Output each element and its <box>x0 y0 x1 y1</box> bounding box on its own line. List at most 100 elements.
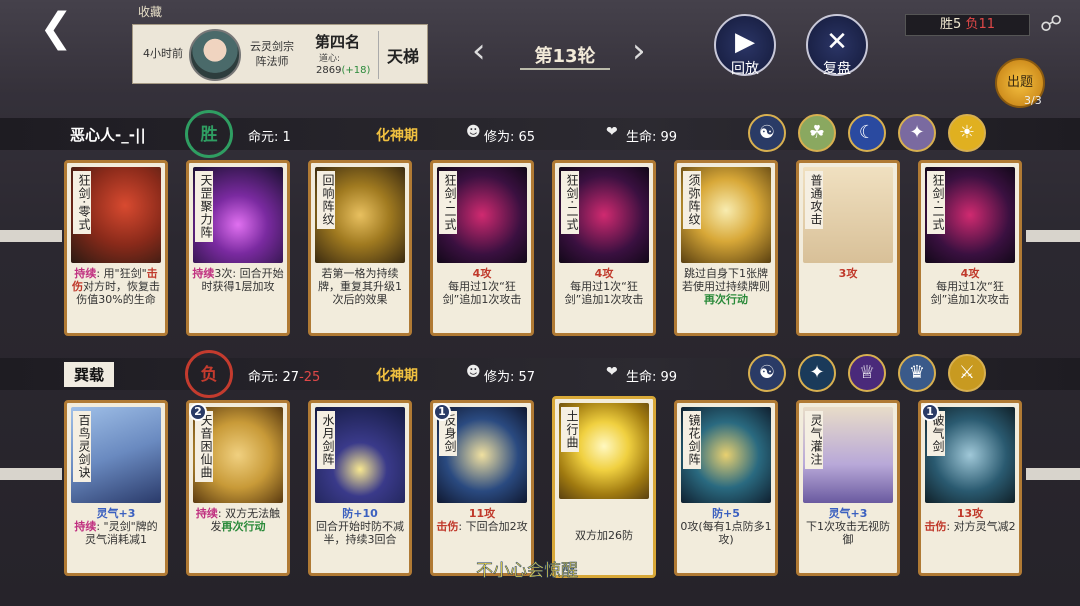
next-round-icon[interactable]: › <box>632 34 646 68</box>
card-title: 狂剑·二式 <box>927 171 945 234</box>
crossed-swords-icon: ✕ <box>826 27 848 57</box>
buff-icon[interactable]: ☯ <box>748 354 786 392</box>
buff-icon[interactable]: ☾ <box>848 114 886 152</box>
divider <box>0 468 62 480</box>
card-desc: 4攻 每用过1次“狂剑”追加1次攻击 <box>442 267 522 306</box>
dao-label: 道心: <box>319 54 341 64</box>
card-level-badge: 2 <box>189 403 207 421</box>
heart-icon: ❤ <box>606 124 618 140</box>
buff-icon[interactable]: ♛ <box>898 354 936 392</box>
avatar <box>189 29 241 81</box>
card-title: 普通攻击 <box>805 171 823 229</box>
bottom-cultivation: 修为: 57 <box>484 370 536 385</box>
player-profile-card: 4小时前 云灵剑宗 阵法师 第四名 道心: 2869(+18) 天梯 <box>132 24 428 84</box>
card-desc: 灵气+3 持续: "灵剑"牌的灵气消耗减1 <box>74 507 158 546</box>
card-title: 回响阵纹 <box>317 171 335 229</box>
buff-icon[interactable]: ✦ <box>798 354 836 392</box>
card-desc: 双方加26防 <box>575 529 633 542</box>
card[interactable]: 灵气灌注 灵气+3 下1次攻击无视防御 <box>796 400 900 576</box>
class-name: 阵法师 <box>255 55 289 68</box>
bottom-life: 命元: 27-25 <box>248 370 321 385</box>
top-player-name: 恶心人-_-|| <box>70 126 146 144</box>
review-label: 复盘 <box>823 61 851 77</box>
divider <box>1026 230 1080 242</box>
card[interactable]: 破气剑 1 13攻 击伤: 对方灵气减2 <box>918 400 1022 576</box>
card-desc: 3攻 <box>838 267 858 280</box>
card-desc: 11攻 击伤: 下回合加2攻 <box>436 507 528 533</box>
card-desc: 持续3次: 回合开始时获得1层加攻 <box>192 267 284 293</box>
card[interactable]: 天音困仙曲 2 持续: 双方无法触发再次行动 <box>186 400 290 576</box>
card-desc: 4攻 每用过1次“狂剑”追加1次攻击 <box>564 267 644 306</box>
buff-icon[interactable]: ☯ <box>748 114 786 152</box>
card[interactable]: 土行曲 双方加26防 <box>552 396 656 578</box>
replay-label: 回放 <box>731 61 759 77</box>
card[interactable]: 须弥阵纹 跳过自身下1张牌 若使用过持续牌则再次行动 <box>674 160 778 336</box>
card-title: 灵气灌注 <box>805 411 823 469</box>
heart-icon: ❤ <box>606 364 618 380</box>
loss-badge: 负 <box>185 350 233 398</box>
card-desc: 跳过自身下1张牌 若使用过持续牌则再次行动 <box>682 267 770 306</box>
buff-icon[interactable]: ☀ <box>948 114 986 152</box>
top-cultivation: 修为: 65 <box>484 130 536 145</box>
time-ago: 4小时前 <box>143 47 183 60</box>
mode-label: 天梯 <box>387 47 420 66</box>
quest-count: 3/3 <box>1024 94 1042 107</box>
card-desc: 4攻 每用过1次“狂剑”追加1次攻击 <box>930 267 1010 306</box>
card[interactable]: 狂剑·零式 持续: 用"狂剑"击伤对方时，恢复击伤值30%的生命 <box>64 160 168 336</box>
card-level-badge: 1 <box>433 403 451 421</box>
dao-value: 2869(+18) <box>316 65 371 76</box>
sect-name: 云灵剑宗 <box>250 40 294 53</box>
prev-round-icon[interactable]: ‹ <box>472 34 486 68</box>
buff-icon[interactable]: ☘ <box>798 114 836 152</box>
top-life: 命元: 1 <box>248 130 291 145</box>
favorite-label[interactable]: 收藏 <box>138 3 162 20</box>
card[interactable]: 普通攻击 3攻 <box>796 160 900 336</box>
win-loss-record: 胜5 负11 <box>905 14 1030 36</box>
card-desc: 防+5 0攻(每有1点防多1攻) <box>680 507 772 546</box>
card[interactable]: 水月剑阵 防+10 回合开始时防不减半，持续3回合 <box>308 400 412 576</box>
card-desc: 持续: 双方无法触发再次行动 <box>195 507 281 533</box>
card[interactable]: 反身剑 1 11攻 击伤: 下回合加2攻 <box>430 400 534 576</box>
divider <box>520 68 610 70</box>
card[interactable]: 狂剑·二式 4攻 每用过1次“狂剑”追加1次攻击 <box>552 160 656 336</box>
card-title: 狂剑·二式 <box>561 171 579 234</box>
buff-icon[interactable]: ✦ <box>898 114 936 152</box>
card-title: 镜花剑阵 <box>683 411 701 469</box>
card[interactable]: 狂剑·二式 4攻 每用过1次“狂剑”追加1次攻击 <box>918 160 1022 336</box>
bottom-player-name: 巽载 <box>64 362 115 387</box>
card-desc: 灵气+3 下1次攻击无视防御 <box>806 507 890 546</box>
card-desc: 13攻 击伤: 对方灵气减2 <box>924 507 1016 533</box>
card[interactable]: 狂剑·二式 4攻 每用过1次“狂剑”追加1次攻击 <box>430 160 534 336</box>
divider <box>1026 468 1080 480</box>
play-icon: ▶ <box>735 27 755 57</box>
meditate-icon: ☻ <box>466 124 481 140</box>
top-hp: 生命: 99 <box>626 130 678 145</box>
card-desc: 若第一格为持续牌，重复其升级1次后的效果 <box>318 267 402 306</box>
card[interactable]: 镜花剑阵 防+5 0攻(每有1点防多1攻) <box>674 400 778 576</box>
card[interactable]: 百鸟灵剑诀 灵气+3 持续: "灵剑"牌的灵气消耗减1 <box>64 400 168 576</box>
card-title: 百鸟灵剑诀 <box>73 411 91 482</box>
buff-icon[interactable]: ⚔ <box>948 354 986 392</box>
back-arrow-icon[interactable]: ❮ <box>28 8 84 48</box>
watermark: 不小心会惊醒 <box>476 561 579 582</box>
meditate-icon: ☻ <box>466 364 481 380</box>
sect-class: 云灵剑宗 阵法师 <box>250 39 294 69</box>
win-badge: 胜 <box>185 110 233 158</box>
divider <box>378 31 379 79</box>
card-level-badge: 1 <box>921 403 939 421</box>
card-desc: 防+10 回合开始时防不减半，持续3回合 <box>316 507 404 546</box>
card[interactable]: 回响阵纹 若第一格为持续牌，重复其升级1次后的效果 <box>308 160 412 336</box>
divider <box>0 230 62 242</box>
card-title: 天罡聚力阵 <box>195 171 213 242</box>
bottom-realm: 化神期 <box>376 368 418 384</box>
top-realm: 化神期 <box>376 128 418 144</box>
round-label: 第13轮 <box>534 46 596 67</box>
card-title: 狂剑·二式 <box>439 171 457 234</box>
card[interactable]: 天罡聚力阵 持续3次: 回合开始时获得1层加攻 <box>186 160 290 336</box>
buff-icon[interactable]: ♕ <box>848 354 886 392</box>
card-title: 水月剑阵 <box>317 411 335 469</box>
share-icon[interactable]: ☍ <box>1040 12 1062 37</box>
card-title: 天音困仙曲 <box>195 411 213 482</box>
card-desc: 持续: 用"狂剑"击伤对方时，恢复击伤值30%的生命 <box>72 267 160 306</box>
card-title: 土行曲 <box>561 407 579 452</box>
